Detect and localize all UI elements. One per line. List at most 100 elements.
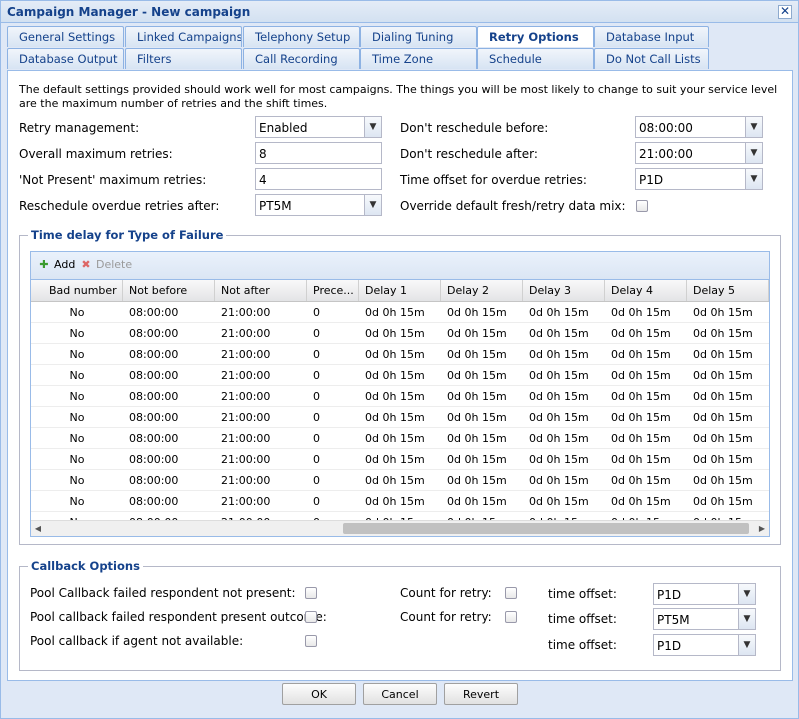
column-header-delay-3[interactable]: Delay 3 (523, 280, 605, 301)
table-cell[interactable]: 0d 0h 15m (687, 344, 769, 365)
column-header-delay-4[interactable]: Delay 4 (605, 280, 687, 301)
tab-time-zone[interactable]: Time Zone (360, 48, 477, 69)
table-cell[interactable]: 21:00:00 (215, 491, 307, 512)
tab-telephony-setup[interactable]: Telephony Setup (243, 26, 360, 47)
table-cell[interactable]: 0d 0h 15m (523, 386, 605, 407)
column-header-precedence[interactable]: Prece... (307, 280, 359, 301)
table-cell[interactable]: 21:00:00 (215, 386, 307, 407)
table-row[interactable]: No08:00:0021:00:0000d 0h 15m0d 0h 15m0d … (31, 449, 769, 470)
tab-filters[interactable]: Filters (125, 48, 242, 69)
table-cell[interactable]: 0d 0h 15m (523, 302, 605, 323)
table-cell[interactable]: 0d 0h 15m (359, 470, 441, 491)
tab-call-recording[interactable]: Call Recording (243, 48, 360, 69)
scroll-right-icon[interactable]: ▶ (755, 522, 769, 536)
chevron-down-icon[interactable]: ▼ (364, 117, 381, 137)
chevron-down-icon[interactable]: ▼ (738, 584, 755, 604)
table-cell[interactable]: 0d 0h 15m (523, 428, 605, 449)
table-cell[interactable]: 0 (307, 386, 359, 407)
tab-database-output[interactable]: Database Output (7, 48, 124, 69)
tab-database-input[interactable]: Database Input (594, 26, 709, 47)
pool-not-present-checkbox[interactable] (305, 587, 317, 599)
table-cell[interactable]: 0d 0h 15m (605, 386, 687, 407)
table-cell[interactable]: 08:00:00 (123, 386, 215, 407)
time-offset-overdue-select[interactable]: P1D ▼ (635, 168, 763, 190)
table-cell[interactable]: No (31, 386, 123, 407)
tab-dialing-tuning[interactable]: Dialing Tuning (360, 26, 477, 47)
table-cell[interactable]: 0d 0h 15m (441, 302, 523, 323)
table-cell[interactable]: 0d 0h 15m (359, 386, 441, 407)
table-cell[interactable]: 21:00:00 (215, 428, 307, 449)
table-row[interactable]: No08:00:0021:00:0000d 0h 15m0d 0h 15m0d … (31, 302, 769, 323)
table-cell[interactable]: 0d 0h 15m (441, 365, 523, 386)
table-cell[interactable]: 21:00:00 (215, 302, 307, 323)
table-cell[interactable]: 08:00:00 (123, 365, 215, 386)
dont-reschedule-before-select[interactable]: 08:00:00 ▼ (635, 116, 763, 138)
table-cell[interactable]: 0d 0h 15m (687, 302, 769, 323)
table-cell[interactable]: 0d 0h 15m (441, 491, 523, 512)
table-cell[interactable]: 08:00:00 (123, 512, 215, 520)
column-header-bad-number[interactable]: Bad number (31, 280, 123, 301)
table-row[interactable]: No08:00:0021:00:0000d 0h 15m0d 0h 15m0d … (31, 470, 769, 491)
table-cell[interactable]: No (31, 365, 123, 386)
table-cell[interactable]: 21:00:00 (215, 407, 307, 428)
revert-button[interactable]: Revert (444, 683, 518, 705)
table-cell[interactable]: 08:00:00 (123, 407, 215, 428)
table-cell[interactable]: 0d 0h 15m (359, 491, 441, 512)
table-cell[interactable]: 0d 0h 15m (523, 449, 605, 470)
table-cell[interactable]: No (31, 470, 123, 491)
table-cell[interactable]: 0d 0h 15m (359, 365, 441, 386)
time-offset-1-select[interactable]: P1D ▼ (653, 583, 756, 605)
table-cell[interactable]: 0d 0h 15m (441, 323, 523, 344)
table-cell[interactable]: 0d 0h 15m (359, 323, 441, 344)
table-cell[interactable]: 0 (307, 449, 359, 470)
table-cell[interactable]: 0 (307, 407, 359, 428)
column-header-delay-2[interactable]: Delay 2 (441, 280, 523, 301)
table-cell[interactable]: 0d 0h 15m (605, 344, 687, 365)
table-row[interactable]: No08:00:0021:00:0000d 0h 15m0d 0h 15m0d … (31, 344, 769, 365)
table-cell[interactable]: 0d 0h 15m (441, 512, 523, 520)
table-cell[interactable]: 0d 0h 15m (523, 323, 605, 344)
table-cell[interactable]: 0d 0h 15m (441, 470, 523, 491)
chevron-down-icon[interactable]: ▼ (364, 195, 381, 215)
table-cell[interactable]: 0d 0h 15m (687, 512, 769, 520)
delete-button[interactable]: ✖ Delete (79, 258, 132, 271)
table-cell[interactable]: 08:00:00 (123, 428, 215, 449)
table-cell[interactable]: 0 (307, 512, 359, 520)
dont-reschedule-after-select[interactable]: 21:00:00 ▼ (635, 142, 763, 164)
table-cell[interactable]: 0d 0h 15m (359, 407, 441, 428)
count-for-retry-2-checkbox[interactable] (505, 611, 517, 623)
table-cell[interactable]: 0d 0h 15m (605, 470, 687, 491)
table-cell[interactable]: 08:00:00 (123, 344, 215, 365)
table-cell[interactable]: No (31, 323, 123, 344)
table-cell[interactable]: 0d 0h 15m (605, 323, 687, 344)
table-cell[interactable]: 0 (307, 344, 359, 365)
chevron-down-icon[interactable]: ▼ (745, 117, 762, 137)
table-cell[interactable]: No (31, 407, 123, 428)
cancel-button[interactable]: Cancel (363, 683, 437, 705)
table-cell[interactable]: 0d 0h 15m (687, 449, 769, 470)
table-cell[interactable]: 0d 0h 15m (359, 449, 441, 470)
table-cell[interactable]: 0d 0h 15m (687, 386, 769, 407)
table-cell[interactable]: 0d 0h 15m (441, 344, 523, 365)
table-cell[interactable]: 0d 0h 15m (605, 428, 687, 449)
table-cell[interactable]: 0d 0h 15m (359, 428, 441, 449)
not-present-max-retries-field[interactable]: 4 (255, 168, 382, 190)
pool-present-outcome-checkbox[interactable] (305, 611, 317, 623)
table-cell[interactable]: 0d 0h 15m (523, 344, 605, 365)
table-cell[interactable]: 0d 0h 15m (687, 323, 769, 344)
table-cell[interactable]: 0d 0h 15m (441, 386, 523, 407)
table-row[interactable]: No08:00:0021:00:0000d 0h 15m0d 0h 15m0d … (31, 365, 769, 386)
table-cell[interactable]: 0d 0h 15m (687, 491, 769, 512)
retry-management-select[interactable]: Enabled ▼ (255, 116, 382, 138)
reschedule-overdue-after-select[interactable]: PT5M ▼ (255, 194, 382, 216)
table-cell[interactable]: 21:00:00 (215, 449, 307, 470)
chevron-down-icon[interactable]: ▼ (745, 143, 762, 163)
table-cell[interactable]: 0d 0h 15m (605, 365, 687, 386)
table-cell[interactable]: No (31, 512, 123, 520)
column-header-not-before[interactable]: Not before (123, 280, 215, 301)
table-row[interactable]: No08:00:0021:00:0000d 0h 15m0d 0h 15m0d … (31, 323, 769, 344)
tab-general-settings[interactable]: General Settings (7, 26, 124, 47)
count-for-retry-1-checkbox[interactable] (505, 587, 517, 599)
tab-retry-options[interactable]: Retry Options (477, 26, 594, 47)
table-cell[interactable]: 0d 0h 15m (359, 512, 441, 520)
